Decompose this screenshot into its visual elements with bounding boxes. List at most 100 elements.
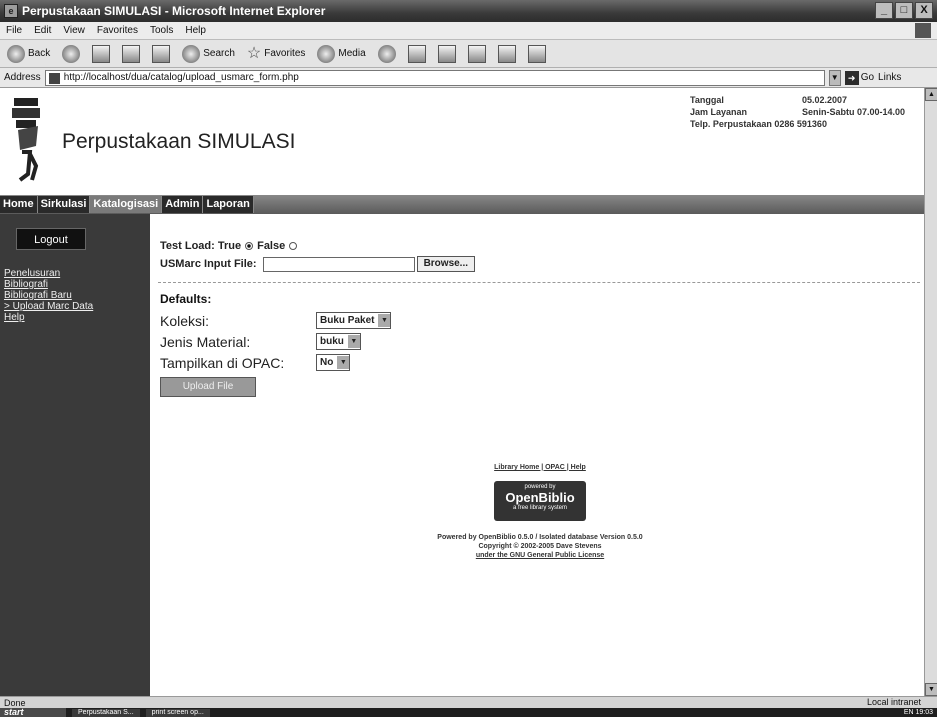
info-value: Senin-Sabtu 07.00-14.00 — [802, 107, 906, 117]
search-button[interactable]: Search — [179, 43, 238, 65]
scroll-up-icon[interactable]: ▲ — [925, 88, 937, 101]
credit-copyright: Copyright © 2002-2005 Dave Stevens — [478, 543, 602, 550]
mail-button[interactable] — [405, 43, 429, 65]
back-arrow-icon — [7, 44, 25, 63]
discuss-button[interactable] — [495, 43, 519, 65]
refresh-button[interactable] — [119, 43, 143, 65]
true-label: True — [217, 240, 242, 252]
menu-help[interactable]: Help — [185, 25, 206, 36]
false-label: False — [257, 240, 286, 252]
go-label: Go — [860, 72, 875, 83]
back-button[interactable]: Back — [4, 43, 53, 65]
refresh-icon — [122, 44, 141, 63]
maximize-button[interactable]: □ — [895, 2, 913, 19]
menu-file[interactable]: File — [6, 25, 22, 36]
page-icon — [48, 72, 60, 84]
search-icon — [182, 44, 201, 63]
stop-button[interactable] — [89, 43, 113, 65]
home-button[interactable] — [149, 43, 173, 65]
main-nav: Home Sirkulasi Katalogisasi Admin Lapora… — [0, 195, 924, 214]
start-button[interactable]: start — [0, 708, 66, 717]
main-content: Test Load: True False USMarc Input File:… — [150, 214, 924, 696]
scroll-down-icon[interactable]: ▼ — [925, 683, 937, 696]
tab-home[interactable]: Home — [0, 196, 38, 213]
status-text: Done — [4, 697, 26, 708]
menu-view[interactable]: View — [63, 25, 85, 36]
footer-links[interactable]: Library Home | OPAC | Help — [390, 464, 690, 471]
credit-license-link[interactable]: under the GNU General Public License — [390, 551, 690, 560]
print-button[interactable] — [435, 43, 459, 65]
menu-edit[interactable]: Edit — [34, 25, 51, 36]
window-title: Perpustakaan SIMULASI - Microsoft Intern… — [22, 4, 326, 18]
menu-tools[interactable]: Tools — [150, 25, 173, 36]
favorites-label: Favorites — [264, 48, 306, 59]
windows-taskbar: start Perpustakaan S... print screen op.… — [0, 708, 937, 717]
false-radio[interactable] — [289, 242, 298, 250]
info-label: Tanggal — [690, 95, 724, 105]
taskbar-item-print-screen[interactable]: print screen op... — [145, 708, 210, 717]
research-button[interactable] — [525, 43, 549, 65]
minimize-button[interactable]: _ — [875, 2, 893, 19]
links-button[interactable]: Links — [878, 72, 901, 83]
forward-button[interactable] — [59, 43, 83, 65]
sidebar-item-bibliografi-baru[interactable]: Bibliografi Baru — [4, 290, 93, 301]
footer-credits: Powered by OpenBiblio 0.5.0 / Isolated d… — [390, 533, 690, 560]
usmarc-label: USMarc Input File: — [160, 258, 257, 270]
tab-sirkulasi[interactable]: Sirkulasi — [37, 196, 91, 213]
chevron-down-icon: ▼ — [347, 335, 360, 348]
status-bar: Done Local intranet — [0, 696, 937, 708]
sidebar-item-bibliografi[interactable]: Bibliografi — [4, 279, 93, 290]
credit-version: Powered by OpenBiblio 0.5.0 / Isolated d… — [437, 534, 643, 541]
defaults-title: Defaults: — [160, 292, 212, 306]
go-button[interactable]: ➜ Go — [844, 70, 875, 85]
true-radio[interactable] — [245, 242, 254, 250]
sidebar-item-upload-marc[interactable]: > Upload Marc Data — [4, 301, 93, 312]
sidebar-item-help[interactable]: Help — [4, 312, 93, 323]
tab-laporan[interactable]: Laporan — [203, 196, 254, 213]
info-jam-layanan: Jam Layanan Senin-Sabtu 07.00-14.00 — [690, 106, 905, 118]
taskbar-item-perpustakaan[interactable]: Perpustakaan S... — [72, 708, 140, 717]
usmarc-row: USMarc Input File: Browse... — [160, 256, 476, 272]
opac-select[interactable]: No ▼ — [316, 354, 351, 371]
menu-favorites[interactable]: Favorites — [97, 25, 138, 36]
tab-katalogisasi[interactable]: Katalogisasi — [90, 196, 163, 213]
address-input[interactable]: http://localhost/dua/catalog/upload_usma… — [44, 69, 825, 86]
openbiblio-badge[interactable]: powered by OpenBiblio a free library sys… — [494, 481, 586, 521]
vertical-scrollbar[interactable]: ▲ ▼ — [924, 88, 937, 696]
history-button[interactable] — [375, 43, 399, 65]
sidebar-links: Penelusuran Bibliografi Bibliografi Baru… — [4, 268, 93, 323]
sidebar-item-penelusuran[interactable]: Penelusuran — [4, 268, 93, 279]
logout-button[interactable]: Logout — [16, 228, 86, 250]
chevron-down-icon: ▼ — [337, 356, 350, 369]
library-logo-icon — [12, 98, 40, 182]
history-icon — [377, 44, 396, 63]
media-icon — [317, 44, 336, 63]
edit-icon — [467, 44, 486, 63]
go-arrow-icon: ➜ — [844, 70, 859, 85]
jenis-material-row: Jenis Material: buku ▼ — [160, 331, 391, 352]
site-header: Perpustakaan SIMULASI Tanggal 05.02.2007… — [0, 88, 924, 196]
close-button[interactable]: X — [915, 2, 933, 19]
media-button[interactable]: Media — [314, 43, 368, 65]
koleksi-select[interactable]: Buku Paket ▼ — [316, 312, 392, 329]
opac-value: No — [320, 357, 334, 368]
jenis-material-select[interactable]: buku ▼ — [316, 333, 361, 350]
print-icon — [437, 44, 456, 63]
menu-bar: File Edit View Favorites Tools Help — [0, 22, 937, 40]
search-label: Search — [203, 48, 235, 59]
koleksi-value: Buku Paket — [320, 315, 375, 326]
info-label: Telp. Perpustakaan — [690, 119, 772, 129]
usmarc-file-input[interactable] — [262, 256, 415, 272]
system-tray: EN 19:03 — [903, 709, 933, 716]
edit-button[interactable] — [465, 43, 489, 65]
test-load-label: Test Load: — [160, 240, 215, 252]
tab-admin[interactable]: Admin — [162, 196, 204, 213]
library-info: Tanggal 05.02.2007 Jam Layanan Senin-Sab… — [690, 94, 905, 130]
info-value: 05.02.2007 — [802, 95, 848, 105]
upload-file-button[interactable]: Upload File — [160, 377, 256, 397]
koleksi-label: Koleksi: — [160, 312, 210, 329]
favorites-button[interactable]: ☆ Favorites — [244, 43, 308, 65]
forward-arrow-icon — [62, 44, 81, 63]
address-dropdown[interactable]: ▼ — [828, 69, 841, 86]
browse-button[interactable]: Browse... — [416, 256, 476, 272]
